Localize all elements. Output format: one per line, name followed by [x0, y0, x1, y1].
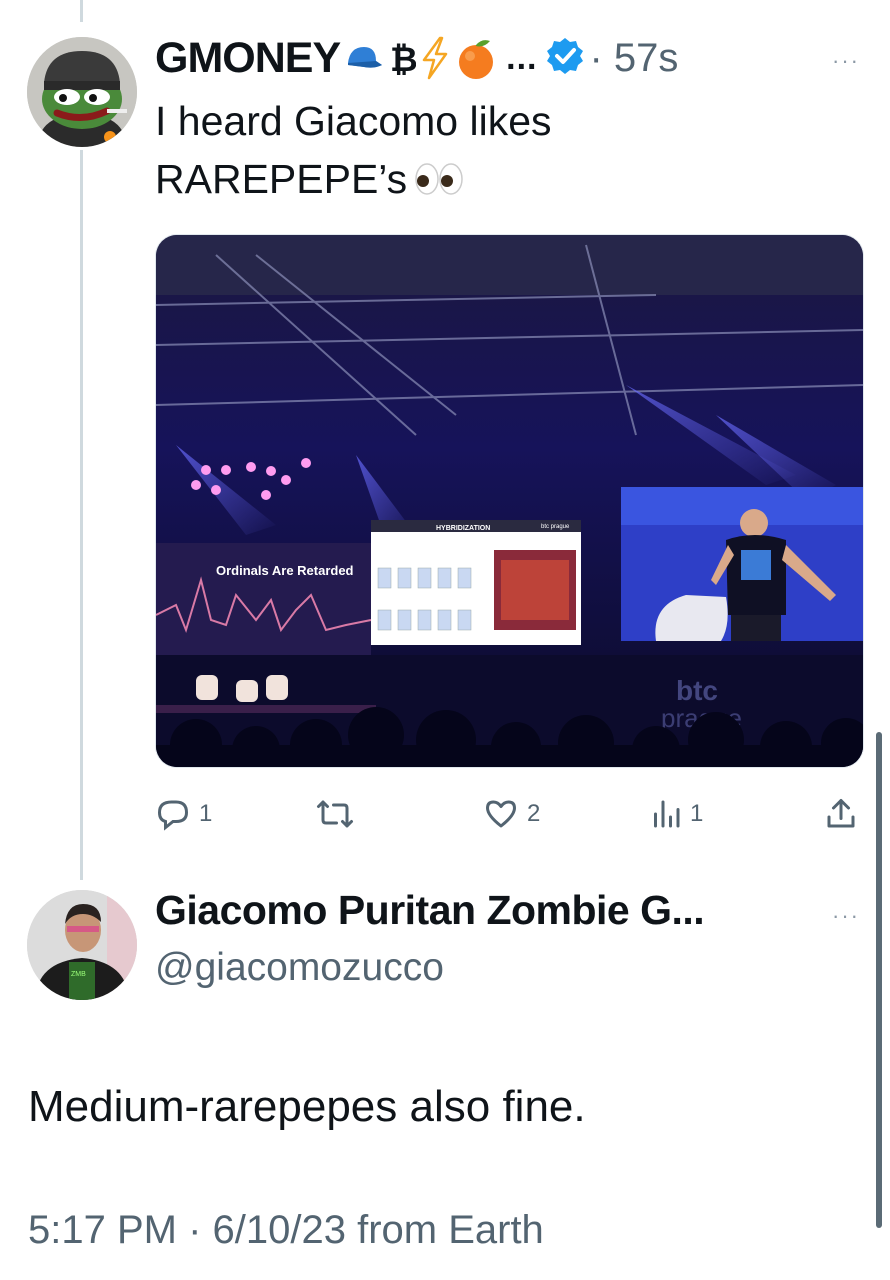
gmoney-avatar[interactable] — [27, 37, 137, 147]
svg-text:ZMB: ZMB — [71, 971, 86, 978]
eyes-emoji-icon — [413, 153, 465, 211]
more-options-icon[interactable]: ··· — [832, 48, 860, 74]
giacomo-avatar[interactable]: ZMB — [27, 890, 137, 1000]
slide-left-text: Ordinals Are Retarded — [216, 563, 354, 578]
slide-center-title: HYBRIDIZATION — [436, 525, 490, 532]
tweet-text: Medium-rarepepes also fine. — [28, 1082, 586, 1131]
scrollbar[interactable] — [876, 732, 882, 1228]
tweet-text: I heard Giacomo likes RAREPEPE’s — [155, 92, 815, 211]
tweet-timestamp-meta[interactable]: 5:17 PM · 6/10/23 from Earth — [28, 1208, 544, 1253]
tweet-text-line: I heard Giacomo likes — [155, 98, 552, 144]
name-ellipsis: ... — [506, 38, 538, 77]
share-button[interactable] — [823, 796, 859, 832]
views-count: 1 — [690, 800, 704, 827]
share-icon — [827, 799, 855, 828]
author-name[interactable]: Giacomo Puritan Zombie G... — [155, 887, 705, 934]
reply-button[interactable]: 1 — [155, 796, 212, 832]
reply-icon — [157, 800, 189, 831]
author-handle[interactable]: @giacomozucco — [155, 946, 444, 990]
author-name[interactable]: GMONEY — [155, 34, 341, 83]
thread-connector — [80, 150, 83, 880]
retweet-button[interactable] — [315, 796, 355, 832]
views-chart-icon — [654, 800, 680, 828]
bitcoin-icon: ₿ — [388, 39, 416, 77]
retweet-icon — [317, 800, 353, 828]
heart-icon — [486, 800, 516, 828]
verified-badge-icon — [545, 36, 585, 81]
cap-icon — [344, 43, 384, 73]
tweet-timestamp[interactable]: · 57s — [589, 36, 678, 81]
stage-logo: btc — [676, 675, 718, 706]
thread-connector-top — [80, 0, 83, 22]
views-button[interactable]: 1 — [650, 796, 703, 832]
slide-center-logo: btc prague — [541, 524, 570, 530]
like-count: 2 — [527, 800, 541, 827]
orange-icon — [454, 36, 498, 80]
tweet-text-line: RAREPEPE’s — [155, 156, 408, 202]
tweet-header: GMONEY ₿ ... · 57s — [155, 28, 678, 88]
tweet-actions-bar: 1 2 1 — [155, 796, 865, 836]
more-options-icon[interactable]: ··· — [832, 903, 860, 929]
svg-text:₿: ₿ — [390, 40, 416, 77]
like-button[interactable]: 2 — [483, 796, 540, 832]
lightning-icon — [420, 36, 450, 80]
reply-count: 1 — [199, 800, 213, 827]
tweet-media-photo[interactable]: Ordinals Are Retarded HYBRIDIZATION btc … — [155, 234, 864, 768]
